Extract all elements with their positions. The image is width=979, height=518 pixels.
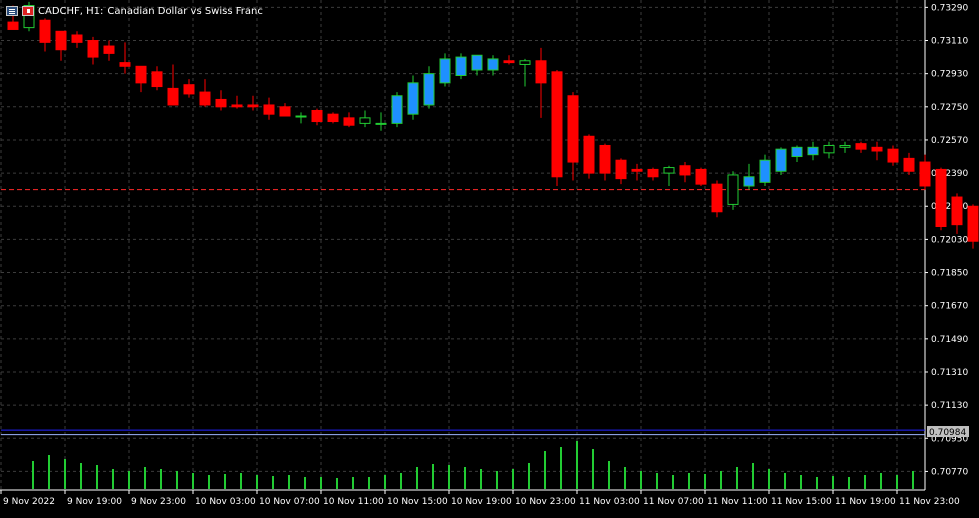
- candle-body: [279, 106, 291, 117]
- candle-body: [231, 104, 243, 108]
- candle-body: [679, 165, 691, 176]
- price-tick-label: 0.71850: [931, 269, 968, 279]
- time-tick-label: 11 Nov 15:00: [771, 497, 832, 507]
- time-tick-label: 9 Nov 19:00: [67, 497, 122, 507]
- time-tick-label: 9 Nov 2022: [3, 497, 55, 507]
- candle-body: [119, 62, 131, 67]
- candle-body: [167, 87, 179, 106]
- candle-body: [407, 82, 419, 115]
- candle-body: [711, 183, 723, 213]
- chart-window[interactable]: 0.73290 0.73110 0.72930 0.72750 0.72570 0.723…: [0, 0, 979, 518]
- time-tick-label: 11 Nov 07:00: [643, 497, 704, 507]
- candle-body: [695, 168, 707, 185]
- candle-body: [55, 30, 67, 51]
- price-tick-label: 0.73290: [931, 3, 968, 13]
- candle-body: [791, 146, 803, 158]
- chart-symbol-label: CADCHF, H1:: [38, 5, 104, 17]
- candle-body: [567, 95, 579, 163]
- candle-body: [647, 168, 659, 178]
- candle-body: [935, 168, 947, 228]
- time-tick-label: 9 Nov 23:00: [131, 497, 186, 507]
- candle-body: [423, 73, 435, 106]
- candle-body: [7, 21, 19, 30]
- current-price-label: 0.70984: [929, 428, 966, 438]
- candle-body: [327, 113, 339, 123]
- candle-body: [839, 144, 851, 148]
- time-tick-label: 10 Nov 07:00: [259, 497, 320, 507]
- candle-body: [535, 60, 547, 84]
- price-tick-label: 0.71310: [931, 368, 968, 378]
- price-tick-label: 0.72030: [931, 235, 968, 245]
- candle-body: [663, 167, 675, 174]
- time-tick-label: 10 Nov 15:00: [387, 497, 448, 507]
- candle-body: [807, 146, 819, 156]
- time-tick-label: 10 Nov 19:00: [451, 497, 512, 507]
- candle-body: [919, 161, 931, 187]
- list-icon[interactable]: [6, 6, 18, 16]
- candle-body: [967, 205, 979, 242]
- time-tick-label: 11 Nov 19:00: [835, 497, 896, 507]
- price-tick-label: 0.73110: [931, 37, 968, 47]
- candle-body: [359, 117, 371, 124]
- time-tick-label: 10 Nov 23:00: [515, 497, 576, 507]
- candle-body: [295, 115, 307, 118]
- candle-body: [519, 60, 531, 65]
- candle-body: [775, 148, 787, 172]
- candle-body: [343, 117, 355, 126]
- time-tick-label: 11 Nov 11:00: [707, 497, 768, 507]
- candle-body: [391, 95, 403, 124]
- candle-body: [583, 135, 595, 174]
- candle-body: [103, 45, 115, 54]
- price-tick-label: 0.71490: [931, 335, 968, 345]
- candle-body: [599, 144, 611, 174]
- candle-body: [855, 143, 867, 150]
- candle-body: [183, 84, 195, 95]
- candle-body: [455, 56, 467, 77]
- time-tick-label: 11 Nov 03:00: [579, 497, 640, 507]
- time-tick-label: 11 Nov 23:00: [899, 497, 960, 507]
- time-tick-label: 10 Nov 03:00: [195, 497, 256, 507]
- price-tick-label: 0.71670: [931, 302, 968, 312]
- candle-body: [71, 34, 83, 43]
- chart-title-bar: CADCHF, H1: Canadian Dollar vs Swiss Fra…: [6, 4, 263, 18]
- candle-body: [743, 176, 755, 187]
- candle-body: [615, 159, 627, 180]
- candle-body: [247, 104, 259, 108]
- candle-body: [311, 109, 323, 123]
- candle-body: [887, 148, 899, 163]
- candle-body: [487, 58, 499, 71]
- candle-body: [87, 40, 99, 58]
- chart-description-label: Canadian Dollar vs Swiss Franc: [107, 5, 263, 17]
- candle-body: [151, 71, 163, 88]
- candle-body: [759, 159, 771, 183]
- price-tick-label: 0.71130: [931, 401, 968, 411]
- candle-body: [375, 122, 387, 125]
- candle-body: [215, 98, 227, 108]
- candle-body: [503, 60, 515, 64]
- candle-body: [135, 65, 147, 84]
- candle-body: [903, 157, 915, 172]
- candle-body: [631, 168, 643, 172]
- time-tick-label: 10 Nov 11:00: [323, 497, 384, 507]
- price-tick-label: 0.72570: [931, 136, 968, 146]
- price-tick-label: 0.72750: [931, 103, 968, 113]
- candle-body: [39, 19, 51, 43]
- candle-body: [439, 58, 451, 84]
- candle-body: [471, 54, 483, 71]
- candle-body: [823, 144, 835, 154]
- candle-body: [871, 146, 883, 152]
- price-tick-label: 0.72930: [931, 70, 968, 80]
- candle-body: [551, 71, 563, 178]
- candle-body: [727, 174, 739, 205]
- price-tick-label: 0.70770: [931, 467, 968, 477]
- price-chart[interactable]: 0.732900.731100.729300.727500.725700.723…: [0, 0, 979, 518]
- candle-body: [263, 104, 275, 115]
- candle-body: [951, 196, 963, 226]
- one-click-trading-icon[interactable]: [22, 6, 34, 16]
- candle-body: [199, 91, 211, 106]
